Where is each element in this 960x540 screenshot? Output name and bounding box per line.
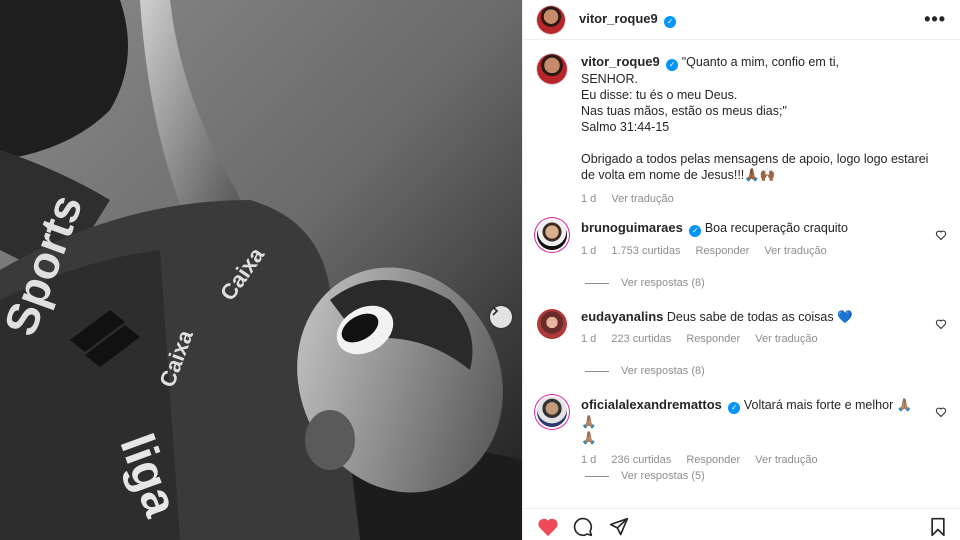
avatar[interactable] — [537, 5, 565, 34]
comment-likes[interactable]: 1.753 curtidas — [611, 245, 680, 257]
comment-text: Boa recuperação craquito — [704, 221, 848, 235]
heart-outline-icon[interactable] — [935, 229, 947, 241]
comment: oficialalexandremattos ✓ Voltará mais fo… — [537, 397, 957, 468]
username[interactable]: vitor_roque9 — [579, 11, 658, 26]
post-time[interactable]: 1 d — [581, 193, 596, 205]
more-options-icon[interactable]: ••• — [924, 9, 946, 30]
post-side-panel: vitor_roque9 ✓ ••• vitor_roque9 ✓ "Quant… — [522, 0, 960, 540]
comment-text: Deus sabe de todas as coisas 💙 — [666, 310, 853, 324]
verified-badge-icon: ✓ — [666, 59, 679, 71]
header-username[interactable]: vitor_roque9 ✓ — [579, 11, 677, 28]
caption-line: Salmo 31:44-15 — [581, 120, 670, 134]
view-replies-button[interactable]: Ver respostas (8) — [585, 277, 705, 289]
translate-link[interactable]: Ver tradução — [611, 193, 673, 205]
comment-likes[interactable]: 236 curtidas — [611, 454, 671, 466]
comment-time[interactable]: 1 d — [581, 245, 596, 257]
chevron-right-icon — [492, 306, 499, 316]
bookmark-icon[interactable] — [929, 517, 947, 537]
view-replies-button[interactable]: Ver respostas (5) — [585, 470, 705, 482]
heart-outline-icon[interactable] — [935, 318, 947, 330]
reply-button[interactable]: Responder — [686, 454, 740, 466]
caption-line: de volta em nome de Jesus!!!🙏🏾🙌🏾 — [581, 168, 776, 182]
avatar[interactable] — [537, 397, 567, 427]
caption-line: Obrigado a todos pelas mensagens de apoi… — [581, 152, 929, 166]
verified-badge-icon: ✓ — [689, 225, 702, 237]
comment-time[interactable]: 1 d — [581, 333, 596, 345]
comment-username[interactable]: oficialalexandremattos — [581, 397, 722, 412]
translate-link[interactable]: Ver tradução — [764, 245, 826, 257]
verified-badge-icon: ✓ — [728, 402, 741, 414]
translate-link[interactable]: Ver tradução — [755, 333, 817, 345]
action-bar — [523, 508, 960, 540]
comment: brunoguimaraes ✓ Boa recuperação craquit… — [537, 220, 957, 259]
replies-divider — [585, 475, 609, 477]
caption-username[interactable]: vitor_roque9 — [581, 54, 660, 69]
verified-badge-icon: ✓ — [664, 15, 677, 28]
photo-illustration: Sports Caixa Caixa liga — [0, 0, 522, 540]
comment-time[interactable]: 1 d — [581, 454, 596, 466]
comment-username[interactable]: eudayanalins — [581, 309, 663, 324]
post-photo[interactable]: Sports Caixa Caixa liga — [0, 0, 522, 540]
view-replies-button[interactable]: Ver respostas (8) — [585, 365, 705, 377]
view-replies-label[interactable]: Ver respostas (8) — [621, 277, 705, 289]
translate-link[interactable]: Ver tradução — [755, 454, 817, 466]
next-photo-button[interactable] — [490, 306, 512, 328]
comment-icon[interactable] — [573, 517, 593, 537]
reply-button[interactable]: Responder — [696, 245, 750, 257]
share-icon[interactable] — [609, 517, 629, 537]
avatar[interactable] — [537, 309, 567, 339]
comment-likes[interactable]: 223 curtidas — [611, 333, 671, 345]
replies-divider — [585, 370, 609, 372]
post-caption: vitor_roque9 ✓ "Quanto a mim, confio em … — [537, 54, 947, 207]
caption-line: Eu disse: tu és o meu Deus. — [581, 88, 738, 102]
view-replies-label[interactable]: Ver respostas (8) — [621, 365, 705, 377]
heart-outline-icon[interactable] — [935, 406, 947, 418]
caption-line: SENHOR. — [581, 72, 638, 86]
avatar[interactable] — [537, 220, 567, 250]
comment: eudayanalins Deus sabe de todas as coisa… — [537, 309, 957, 347]
replies-divider — [585, 282, 609, 284]
caption-line: Nas tuas mãos, estão os meus dias;" — [581, 104, 787, 118]
heart-filled-icon[interactable] — [537, 517, 559, 537]
reply-button[interactable]: Responder — [686, 333, 740, 345]
post-viewer: Sports Caixa Caixa liga vitor_roque9 ✓ •… — [0, 0, 960, 540]
avatar[interactable] — [537, 54, 567, 84]
view-replies-label[interactable]: Ver respostas (5) — [621, 470, 705, 482]
post-header: vitor_roque9 ✓ ••• — [523, 0, 960, 40]
caption-line: "Quanto a mim, confio em ti, — [681, 55, 839, 69]
comment-text-continued: 🙏🏽 — [581, 431, 597, 445]
comment-username[interactable]: brunoguimaraes — [581, 220, 683, 235]
caption-meta: 1 d Ver tradução — [581, 191, 928, 207]
